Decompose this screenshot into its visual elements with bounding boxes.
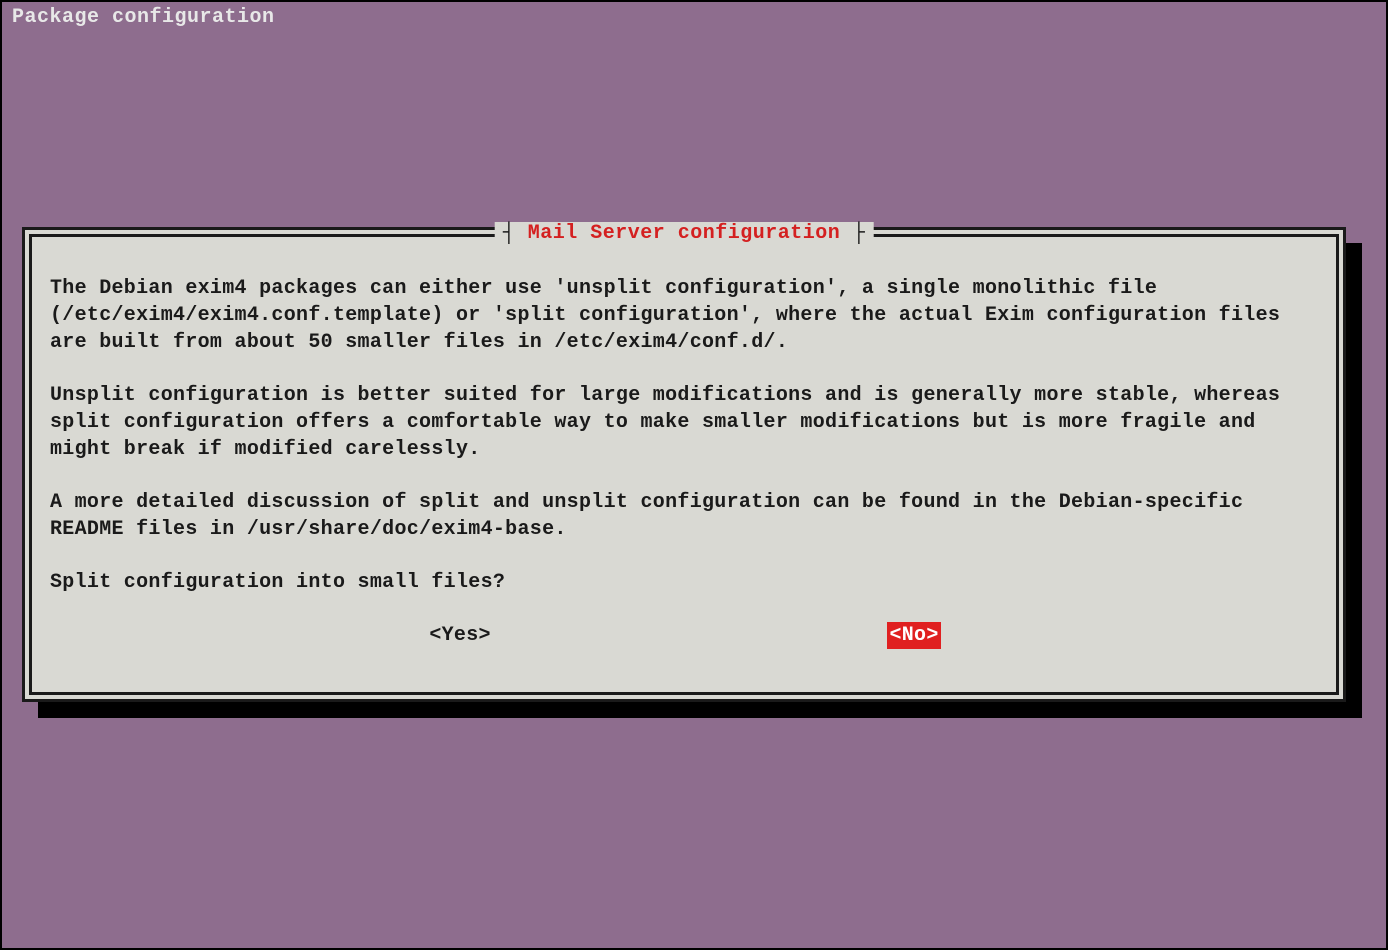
- dialog-title: Mail Server configuration: [495, 222, 874, 245]
- terminal-screen: Package configuration Mail Server config…: [0, 0, 1388, 950]
- dialog-inner: Mail Server configuration The Debian exi…: [29, 234, 1339, 695]
- dialog-box: Mail Server configuration The Debian exi…: [22, 227, 1346, 702]
- dialog-paragraph: A more detailed discussion of split and …: [50, 489, 1318, 543]
- dialog-content: The Debian exim4 packages can either use…: [50, 275, 1318, 649]
- button-row: <Yes> <No>: [50, 622, 1318, 649]
- no-button[interactable]: <No>: [887, 622, 940, 649]
- dialog-question: Split configuration into small files?: [50, 569, 1318, 596]
- dialog-paragraph: Unsplit configuration is better suited f…: [50, 382, 1318, 463]
- page-title: Package configuration: [2, 2, 1386, 33]
- yes-button[interactable]: <Yes>: [427, 622, 493, 649]
- dialog-paragraph: The Debian exim4 packages can either use…: [50, 275, 1318, 356]
